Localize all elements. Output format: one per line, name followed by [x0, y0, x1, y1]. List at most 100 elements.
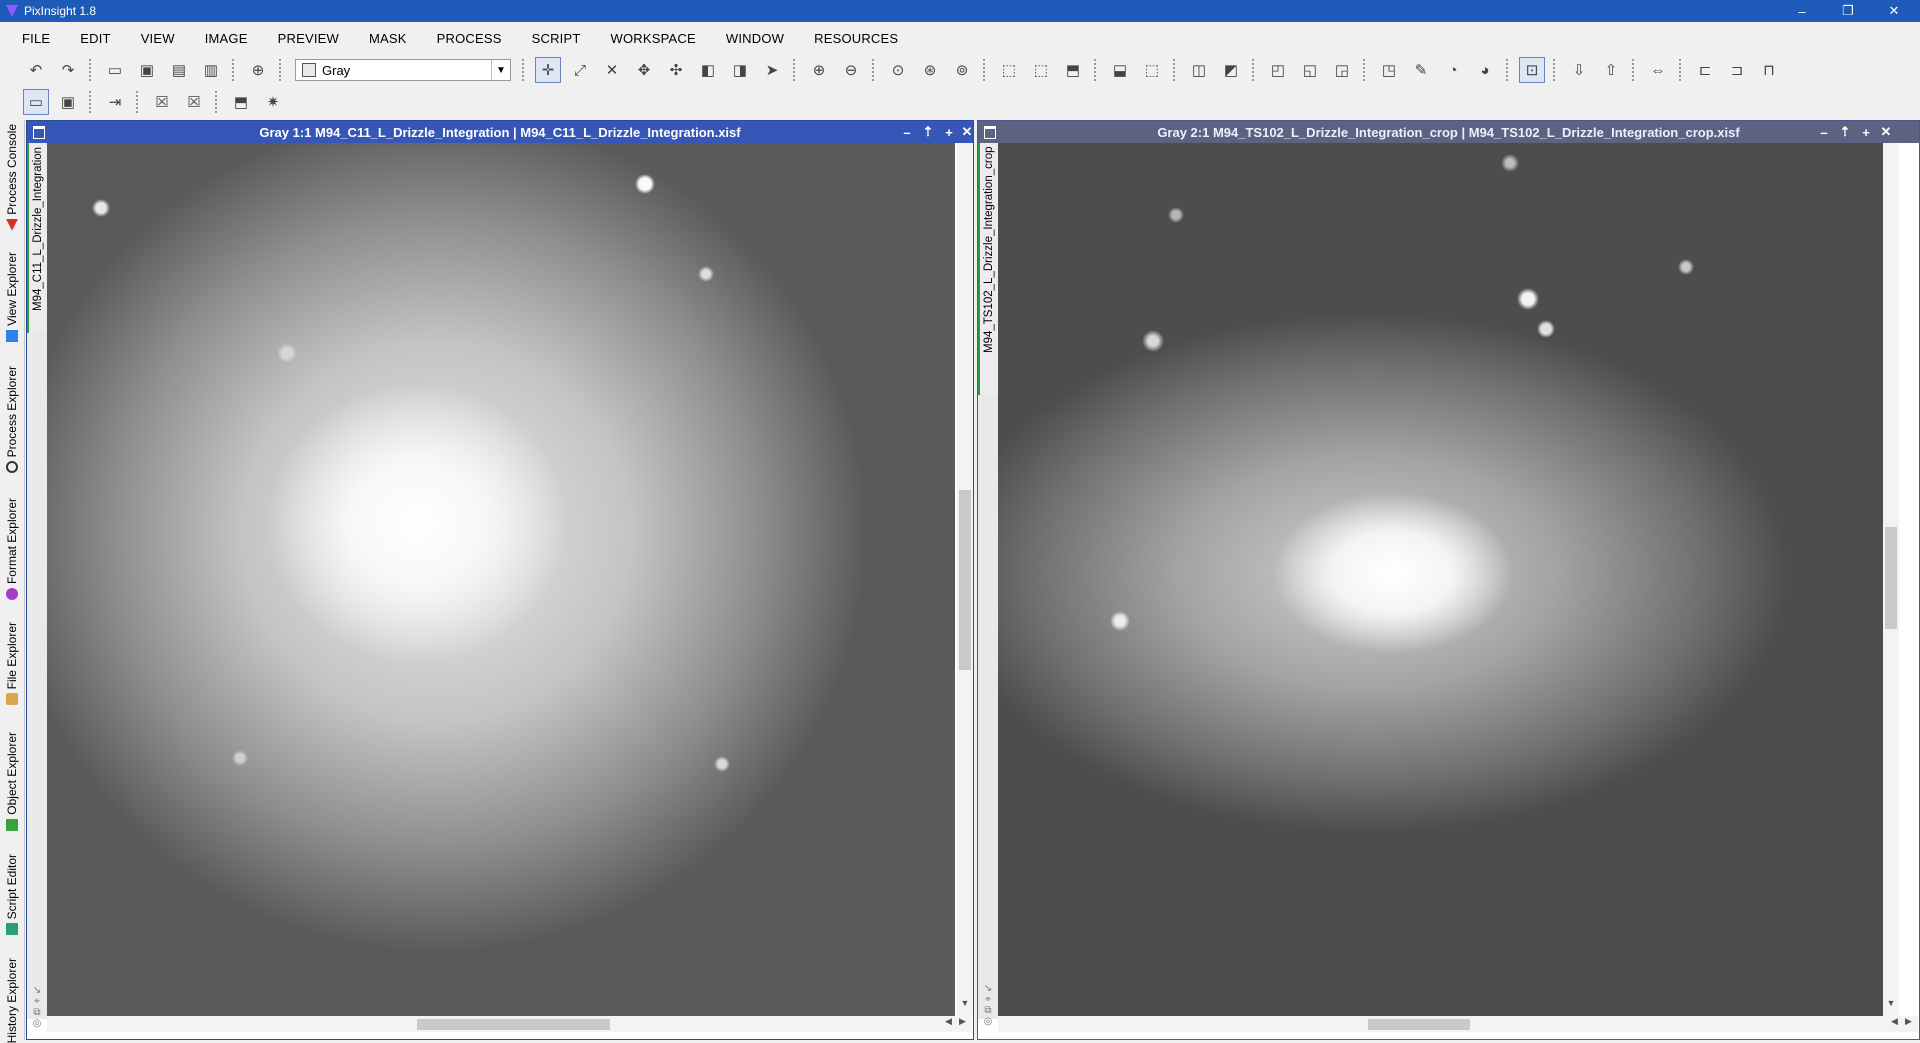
preview-mode-icon[interactable]: ◧: [695, 57, 721, 83]
preview-store-icon[interactable]: ◲: [1329, 57, 1355, 83]
image-window-title-bar[interactable]: Gray 1:1 M94_C11_L_Drizzle_Integration |…: [27, 121, 973, 143]
close-icon[interactable]: ✕: [957, 121, 977, 143]
undo-icon[interactable]: ↶: [23, 57, 49, 83]
scrollbar-thumb[interactable]: [1885, 527, 1897, 629]
zoom-in-icon[interactable]: ⊕: [806, 57, 832, 83]
crosshair-icon[interactable]: ⌖: [985, 994, 991, 1005]
process-new-icon[interactable]: ◳: [1376, 57, 1402, 83]
icon-merge-icon[interactable]: ⇔: [1645, 57, 1671, 83]
workspace-load-icon[interactable]: ✷: [260, 89, 286, 115]
workspace-monitor-icon[interactable]: ▭: [23, 89, 49, 115]
fit-view-icon[interactable]: ⬚: [996, 57, 1022, 83]
redo-icon[interactable]: ↷: [55, 57, 81, 83]
maximize-icon[interactable]: +: [1856, 121, 1876, 143]
readout-mode-icon[interactable]: ✛: [535, 57, 561, 83]
icon-b-icon[interactable]: ⊐: [1724, 57, 1750, 83]
scroll-right-arrow-icon[interactable]: ▶: [1905, 1016, 1912, 1027]
edit-preview-icon[interactable]: ◨: [727, 57, 753, 83]
workspace-next-icon[interactable]: ⇥: [102, 89, 128, 115]
zoom-optimal-icon[interactable]: ⊚: [949, 57, 975, 83]
icon-c-icon[interactable]: ⊓: [1756, 57, 1782, 83]
menu-process[interactable]: PROCESS: [425, 31, 514, 46]
minimize-button[interactable]: –: [1779, 0, 1825, 22]
zoom-out-icon[interactable]: ⊖: [838, 57, 864, 83]
color-space-select[interactable]: Gray ▼: [295, 59, 511, 81]
target-icon[interactable]: ◎: [984, 1016, 993, 1027]
save-image-icon[interactable]: ▤: [166, 57, 192, 83]
menu-image[interactable]: IMAGE: [193, 31, 260, 46]
scrollbar-thumb[interactable]: [959, 490, 971, 670]
scroll-left-arrow-icon[interactable]: ◀: [1891, 1016, 1898, 1027]
menu-workspace[interactable]: WORKSPACE: [599, 31, 708, 46]
zoom-1-1-icon[interactable]: ⊙: [885, 57, 911, 83]
menu-view[interactable]: VIEW: [129, 31, 187, 46]
script-console-icon[interactable]: ⊡: [1519, 57, 1545, 83]
shade-icon[interactable]: ⇡: [918, 121, 938, 143]
process-edit-icon[interactable]: ✎: [1408, 57, 1434, 83]
preview-new-icon[interactable]: ◰: [1265, 57, 1291, 83]
close-others-icon[interactable]: ☒: [181, 89, 207, 115]
crosshair-icon[interactable]: ⌖: [34, 996, 40, 1007]
icon-a-icon[interactable]: ⊏: [1692, 57, 1718, 83]
menu-preview[interactable]: PREVIEW: [266, 31, 351, 46]
workspace-close-icon[interactable]: ▣: [55, 89, 81, 115]
mask-hide-icon[interactable]: ◩: [1218, 57, 1244, 83]
move-icon[interactable]: ✣: [663, 57, 689, 83]
scroll-right-arrow-icon[interactable]: ▶: [959, 1016, 966, 1027]
zoom-fit-icon[interactable]: ⤢: [567, 57, 593, 83]
fit-preview-icon[interactable]: ⬚: [1028, 57, 1054, 83]
pointer-icon[interactable]: ➤: [759, 57, 785, 83]
image-window-c11[interactable]: Gray 1:1 M94_C11_L_Drizzle_Integration |…: [26, 120, 974, 1040]
icon-import-icon[interactable]: ⇩: [1566, 57, 1592, 83]
horizontal-scrollbar[interactable]: ◀ ▶: [998, 1016, 1918, 1032]
image-window-ts102[interactable]: Gray 2:1 M94_TS102_L_Drizzle_Integration…: [977, 120, 1920, 1040]
close-icon[interactable]: ✕: [1876, 121, 1896, 143]
horizontal-scrollbar[interactable]: ◀ ▶: [47, 1016, 972, 1032]
zoom-fill-icon[interactable]: ✕: [599, 57, 625, 83]
menu-script[interactable]: SCRIPT: [520, 31, 593, 46]
target-icon[interactable]: ◎: [33, 1018, 42, 1029]
side-tab-object-explorer[interactable]: Object Explorer: [0, 732, 24, 831]
process-icon-a[interactable]: ◔: [1440, 57, 1466, 83]
side-tab-process-console[interactable]: Process Console: [0, 124, 24, 231]
clone-icon[interactable]: ⧉: [984, 1005, 991, 1016]
scroll-left-arrow-icon[interactable]: ◀: [945, 1016, 952, 1027]
minimize-icon[interactable]: –: [897, 121, 917, 143]
zoom-fit-window-icon[interactable]: ⊛: [917, 57, 943, 83]
window-menu-icon[interactable]: [984, 126, 996, 139]
side-tab-format-explorer[interactable]: Format Explorer: [0, 498, 24, 601]
tile-vertical-icon[interactable]: ⬚: [1139, 57, 1165, 83]
menu-file[interactable]: FILE: [10, 31, 62, 46]
minimize-icon[interactable]: –: [1814, 121, 1834, 143]
menu-window[interactable]: WINDOW: [714, 31, 796, 46]
vertical-scrollbar[interactable]: ▼: [957, 143, 973, 1016]
side-tab-file-explorer[interactable]: File Explorer: [0, 622, 24, 706]
save-as-icon[interactable]: ▥: [198, 57, 224, 83]
pin-icon[interactable]: ↘: [33, 985, 41, 996]
menu-mask[interactable]: MASK: [357, 31, 419, 46]
tile-horizontal-icon[interactable]: ⬓: [1107, 57, 1133, 83]
pin-icon[interactable]: ↘: [984, 983, 992, 994]
workspace-save-icon[interactable]: ⬒: [228, 89, 254, 115]
new-image-icon[interactable]: ▭: [102, 57, 128, 83]
close-all-icon[interactable]: ☒: [149, 89, 175, 115]
process-icon-b[interactable]: ◕: [1472, 57, 1498, 83]
clone-icon[interactable]: ⧉: [33, 1007, 40, 1018]
view-tab-main[interactable]: M94_TS102_L_Drizzle_Integration_crop: [978, 143, 998, 395]
scroll-down-arrow-icon[interactable]: ▼: [1883, 998, 1899, 1008]
vertical-scrollbar[interactable]: ▼: [1883, 143, 1899, 1016]
side-tab-view-explorer[interactable]: View Explorer: [0, 252, 24, 342]
pan-mode-icon[interactable]: ✥: [631, 57, 657, 83]
mask-show-icon[interactable]: ◫: [1186, 57, 1212, 83]
reset-view-icon[interactable]: ⬒: [1060, 57, 1086, 83]
view-tab-main[interactable]: M94_C11_L_Drizzle_Integration: [27, 143, 47, 333]
scrollbar-thumb[interactable]: [417, 1019, 610, 1030]
menu-edit[interactable]: EDIT: [68, 31, 122, 46]
side-tab-script-editor[interactable]: Script Editor: [0, 854, 24, 936]
close-button[interactable]: ✕: [1871, 0, 1917, 22]
new-workspace-icon[interactable]: ⊕: [245, 57, 271, 83]
side-tab-history-explorer[interactable]: History Explorer: [0, 958, 24, 1043]
icon-export-icon[interactable]: ⇧: [1598, 57, 1624, 83]
restore-button[interactable]: ❐: [1825, 0, 1871, 22]
maximize-icon[interactable]: +: [939, 121, 959, 143]
